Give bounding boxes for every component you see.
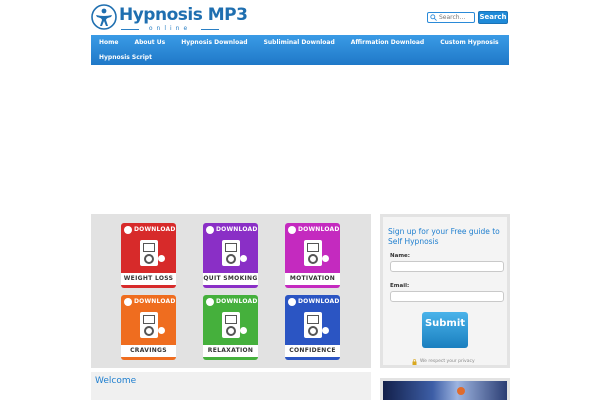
earbud-icon — [158, 255, 165, 262]
download-icon — [288, 226, 296, 234]
download-icon — [124, 298, 132, 306]
nav-item-home[interactable]: Home — [91, 35, 126, 50]
tile-header: DOWNLOAD — [203, 295, 258, 309]
product-tile-confidence[interactable]: DOWNLOAD CONFIDENCE — [285, 295, 340, 360]
tile-header: DOWNLOAD — [285, 223, 340, 237]
search-field[interactable] — [427, 12, 475, 23]
name-label: Name: — [390, 253, 410, 259]
planet-graphic — [457, 387, 465, 395]
tile-label: RELAXATION — [203, 345, 258, 357]
email-field[interactable] — [390, 291, 504, 302]
tile-label: MOTIVATION — [285, 273, 340, 285]
earbud-icon — [240, 327, 247, 334]
search-input[interactable] — [439, 13, 474, 22]
signup-form: Sign up for your Free guide to Self Hypn… — [383, 217, 507, 365]
nav-item-custom-hypnosis[interactable]: Custom Hypnosis — [432, 35, 506, 50]
nav-item-hypnosis-script[interactable]: Hypnosis Script — [91, 50, 160, 65]
earbud-icon — [322, 327, 329, 334]
tile-header: DOWNLOAD — [203, 223, 258, 237]
main-nav: Home About Us Hypnosis Download Sublimin… — [91, 35, 509, 65]
download-label: DOWNLOAD — [298, 226, 340, 233]
download-label: DOWNLOAD — [134, 226, 176, 233]
product-tile-relaxation[interactable]: DOWNLOAD RELAXATION — [203, 295, 258, 360]
nav-row: Hypnosis Script — [91, 50, 160, 65]
earbud-icon — [322, 255, 329, 262]
email-label: Email: — [390, 283, 410, 289]
tile-label: CONFIDENCE — [285, 345, 340, 357]
earbud-icon — [158, 327, 165, 334]
welcome-title: Welcome — [95, 376, 137, 386]
site-logo[interactable]: Hypnosis MP3 online — [91, 4, 248, 34]
download-label: DOWNLOAD — [216, 298, 258, 305]
privacy-note: We respect your privacy — [420, 359, 475, 364]
product-tile-motivation[interactable]: DOWNLOAD MOTIVATION — [285, 223, 340, 288]
tile-label: WEIGHT LOSS — [121, 273, 176, 285]
tile-label: QUIT SMOKING — [203, 273, 258, 285]
nav-item-subliminal-download[interactable]: Subliminal Download — [256, 35, 343, 50]
lock-icon — [412, 359, 417, 365]
download-icon — [206, 226, 214, 234]
product-tile-weight-loss[interactable]: DOWNLOAD WEIGHT LOSS — [121, 223, 176, 288]
search-button[interactable]: Search — [478, 11, 508, 24]
download-label: DOWNLOAD — [134, 298, 176, 305]
earbud-icon — [240, 255, 247, 262]
logo-title: Hypnosis MP3 — [119, 5, 248, 25]
download-icon — [124, 226, 132, 234]
download-icon — [206, 298, 214, 306]
mp3-player-icon — [140, 312, 158, 338]
logo-person-icon — [91, 4, 117, 30]
tile-header: DOWNLOAD — [121, 295, 176, 309]
mp3-player-icon — [140, 240, 158, 266]
signup-widget: Sign up for your Free guide to Self Hypn… — [380, 214, 510, 368]
download-icon — [288, 298, 296, 306]
download-label: DOWNLOAD — [298, 298, 340, 305]
welcome-section: Welcome — [91, 372, 371, 400]
nav-item-about-us[interactable]: About Us — [126, 35, 173, 50]
product-panel: DOWNLOAD WEIGHT LOSS DOWNLOAD QUIT SMOKI… — [91, 214, 371, 368]
mp3-player-icon — [304, 240, 322, 266]
nav-item-hypnosis-download[interactable]: Hypnosis Download — [173, 35, 255, 50]
mp3-player-icon — [222, 240, 240, 266]
nav-item-affirmation-download[interactable]: Affirmation Download — [343, 35, 432, 50]
promo-image-box — [380, 378, 510, 400]
product-tile-quit-smoking[interactable]: DOWNLOAD QUIT SMOKING — [203, 223, 258, 288]
nav-row: Home About Us Hypnosis Download Sublimin… — [91, 35, 507, 50]
logo-subtitle: online — [121, 25, 219, 32]
name-field[interactable] — [390, 261, 504, 272]
space-promo-image[interactable] — [383, 381, 507, 400]
tile-label: CRAVINGS — [121, 345, 176, 357]
mp3-player-icon — [304, 312, 322, 338]
mp3-player-icon — [222, 312, 240, 338]
download-label: DOWNLOAD — [216, 226, 258, 233]
tile-header: DOWNLOAD — [121, 223, 176, 237]
search-icon — [430, 14, 437, 21]
tile-header: DOWNLOAD — [285, 295, 340, 309]
signup-heading: Sign up for your Free guide to Self Hypn… — [388, 227, 500, 246]
product-tile-cravings[interactable]: DOWNLOAD CRAVINGS — [121, 295, 176, 360]
submit-button[interactable]: Submit — [422, 312, 468, 348]
